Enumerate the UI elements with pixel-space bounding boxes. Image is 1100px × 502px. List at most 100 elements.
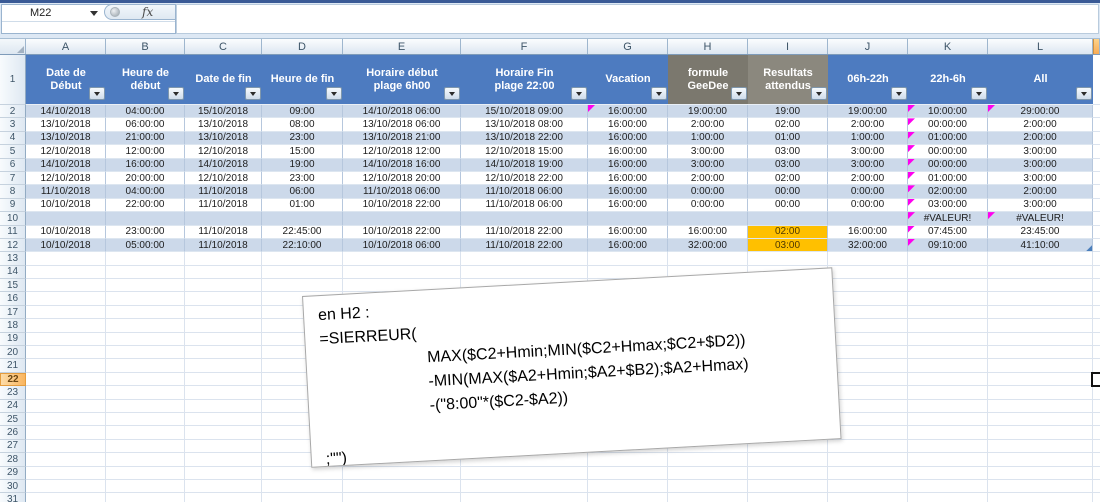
cell-L21[interactable] [988,359,1093,372]
cell-J11[interactable]: 16:00:00 [828,226,908,239]
cell-M16[interactable] [1093,292,1100,305]
cell-I10[interactable] [748,212,828,225]
cell-E7[interactable]: 12/10/2018 20:00 [343,172,461,185]
cell-J8[interactable]: 0:00:00 [828,185,908,198]
cell-B12[interactable]: 05:00:00 [106,239,185,252]
cell-A31[interactable] [26,493,106,502]
cell-H13[interactable] [668,252,748,265]
cell-M2[interactable] [1093,105,1100,118]
cell-C3[interactable]: 13/10/2018 [185,118,262,131]
cell-L27[interactable] [988,440,1093,453]
cell-M12[interactable] [1093,239,1100,252]
cell-A24[interactable] [26,400,106,413]
cell-A17[interactable] [26,306,106,319]
row-header-18[interactable]: 18 [0,319,26,332]
cell-A7[interactable]: 12/10/2018 [26,172,106,185]
cell-A22[interactable] [26,373,106,386]
header-cell-F[interactable]: Horaire Fin plage 22:00 [461,55,588,105]
cell-A12[interactable]: 10/10/2018 [26,239,106,252]
cell-A14[interactable] [26,266,106,279]
cell-M8[interactable] [1093,185,1100,198]
cell-A11[interactable]: 10/10/2018 [26,226,106,239]
cell-I9[interactable]: 00:00 [748,199,828,212]
cell-K4[interactable]: 01:00:00 [908,132,988,145]
formula-input[interactable] [176,4,1099,34]
cell-A27[interactable] [26,440,106,453]
cell-I12[interactable]: 03:00 [748,239,828,252]
cell-K27[interactable] [908,440,988,453]
cell-E30[interactable] [343,480,461,493]
cell-I11[interactable]: 02:00 [748,226,828,239]
cell-C31[interactable] [185,493,262,502]
cell-K8[interactable]: 02:00:00 [908,185,988,198]
cell-K16[interactable] [908,292,988,305]
cell-J16[interactable] [828,292,908,305]
cell-C20[interactable] [185,346,262,359]
cell-J22[interactable] [828,373,908,386]
cell-L15[interactable] [988,279,1093,292]
cell-K24[interactable] [908,400,988,413]
name-box-dropdown-icon[interactable] [90,11,98,16]
cell-K31[interactable] [908,493,988,502]
cell-A4[interactable]: 13/10/2018 [26,132,106,145]
row-header-20[interactable]: 20 [0,346,26,359]
name-box[interactable]: M22 fx [2,5,175,22]
row-header-8[interactable]: 8 [0,185,26,198]
cell-H9[interactable]: 0:00:00 [668,199,748,212]
filter-button-E[interactable] [444,87,460,100]
cell-J13[interactable] [828,252,908,265]
cell-B7[interactable]: 20:00:00 [106,172,185,185]
cell-K11[interactable]: 07:45:00 [908,226,988,239]
cell-I29[interactable] [748,467,828,480]
cell-A8[interactable]: 11/10/2018 [26,185,106,198]
cell-F31[interactable] [461,493,588,502]
cell-D2[interactable]: 09:00 [262,105,343,118]
cell-F12[interactable]: 11/10/2018 22:00 [461,239,588,252]
cell-F2[interactable]: 15/10/2018 09:00 [461,105,588,118]
cell-C6[interactable]: 14/10/2018 [185,159,262,172]
cell-L31[interactable] [988,493,1093,502]
cell-M15[interactable] [1093,279,1100,292]
cell-A15[interactable] [26,279,106,292]
cell-K3[interactable]: 00:00:00 [908,118,988,131]
cell-A21[interactable] [26,359,106,372]
cell-M14[interactable] [1093,266,1100,279]
cell-J21[interactable] [828,359,908,372]
row-header-30[interactable]: 30 [0,480,26,493]
cell-L12[interactable]: 41:10:00 [988,239,1093,252]
row-header-4[interactable]: 4 [0,132,26,145]
cell-G29[interactable] [588,467,668,480]
cell-C10[interactable] [185,212,262,225]
cell-J3[interactable]: 2:00:00 [828,118,908,131]
cell-K12[interactable]: 09:10:00 [908,239,988,252]
cell-B27[interactable] [106,440,185,453]
cell-L2[interactable]: 29:00:00 [988,105,1093,118]
cell-M7[interactable] [1093,172,1100,185]
cell-C13[interactable] [185,252,262,265]
header-cell-J[interactable]: 06h-22h [828,55,908,105]
cell-J10[interactable] [828,212,908,225]
cell-A25[interactable] [26,413,106,426]
cell-H30[interactable] [668,480,748,493]
cell-A16[interactable] [26,292,106,305]
cell-D6[interactable]: 19:00 [262,159,343,172]
cell-B19[interactable] [106,333,185,346]
cell-C9[interactable]: 11/10/2018 [185,199,262,212]
cell-C28[interactable] [185,453,262,466]
cell-K2[interactable]: 10:00:00 [908,105,988,118]
cell-A3[interactable]: 13/10/2018 [26,118,106,131]
header-cell-L[interactable]: All [988,55,1093,105]
row-header-26[interactable]: 26 [0,426,26,439]
cell-B28[interactable] [106,453,185,466]
cell-A28[interactable] [26,453,106,466]
filter-button-J[interactable] [891,87,907,100]
row-header-16[interactable]: 16 [0,292,26,305]
header-cell-B[interactable]: Heure de début [106,55,185,105]
cell-M30[interactable] [1093,480,1100,493]
cell-I5[interactable]: 03:00 [748,145,828,158]
cell-A10[interactable] [26,212,106,225]
row-header-5[interactable]: 5 [0,145,26,158]
column-header-B[interactable]: B [106,39,185,54]
cell-M11[interactable] [1093,226,1100,239]
cell-C22[interactable] [185,373,262,386]
